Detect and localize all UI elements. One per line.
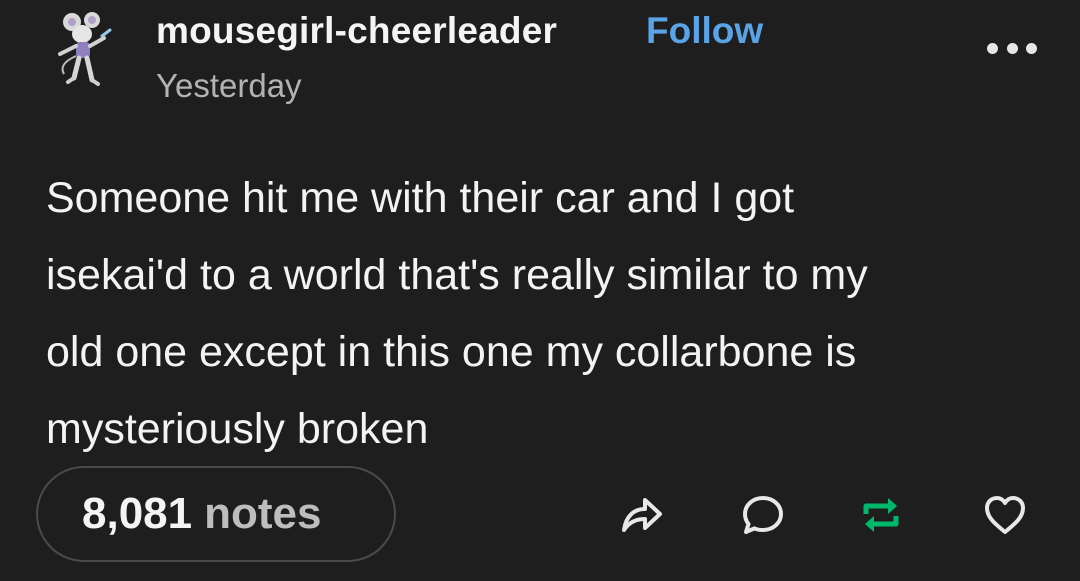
reply-button[interactable] bbox=[740, 492, 786, 538]
more-dot bbox=[987, 42, 998, 54]
more-dot bbox=[1006, 42, 1018, 54]
post-body-line: old one except in this one my collarbone… bbox=[46, 328, 857, 376]
post-body-line: isekai'd to a world that's really simila… bbox=[46, 251, 868, 299]
mouse-avatar-icon bbox=[58, 12, 112, 86]
more-options-icon[interactable] bbox=[987, 36, 1037, 60]
notes-button[interactable]: 8,081 notes bbox=[36, 466, 396, 562]
post-body-line: mysteriously broken bbox=[46, 405, 429, 453]
share-button[interactable] bbox=[618, 492, 664, 538]
post-body: Someone hit me with their car and I got … bbox=[46, 160, 1036, 468]
notes-label: notes bbox=[204, 489, 322, 538]
notes-count: 8,081 bbox=[82, 489, 193, 538]
follow-button[interactable]: Follow bbox=[646, 10, 763, 52]
post-card: mousegirl-cheerleader Follow Yesterday S… bbox=[0, 0, 1080, 581]
share-icon bbox=[622, 498, 662, 532]
post-body-line: Someone hit me with their car and I got bbox=[46, 174, 795, 222]
reply-icon bbox=[743, 496, 783, 534]
like-button[interactable] bbox=[982, 492, 1028, 538]
heart-icon bbox=[985, 496, 1025, 534]
username[interactable]: mousegirl-cheerleader bbox=[156, 10, 557, 52]
reblog-button[interactable] bbox=[858, 492, 904, 538]
post-timestamp: Yesterday bbox=[156, 67, 302, 104]
more-dot bbox=[1026, 42, 1037, 54]
reblog-icon bbox=[863, 498, 899, 532]
avatar[interactable] bbox=[52, 8, 124, 88]
